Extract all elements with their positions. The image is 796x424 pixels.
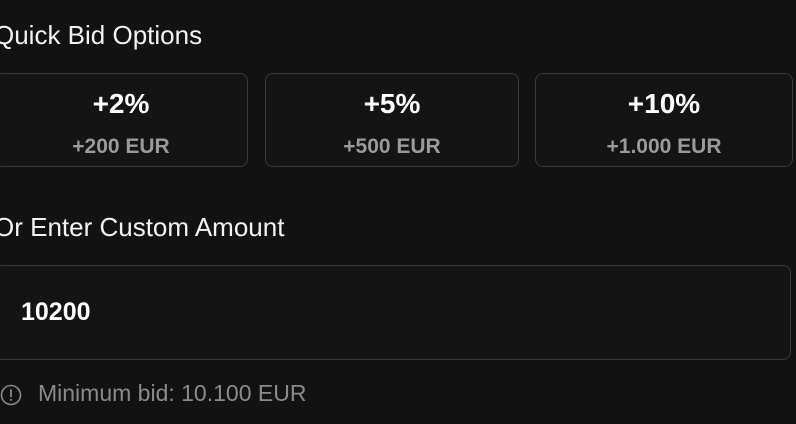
- option-amount: +200 EUR: [72, 135, 170, 158]
- option-percent: +2%: [92, 88, 150, 119]
- quick-bid-option-2-percent[interactable]: +2% +200 EUR: [0, 73, 248, 167]
- custom-amount-title: Or Enter Custom Amount: [0, 212, 285, 242]
- custom-amount-input[interactable]: [0, 265, 791, 360]
- bid-panel: Quick Bid Options +2% +200 EUR +5% +500 …: [0, 0, 796, 424]
- option-percent: +5%: [363, 88, 421, 119]
- option-amount: +1.000 EUR: [606, 135, 722, 158]
- quick-bid-option-10-percent[interactable]: +10% +1.000 EUR: [535, 73, 793, 167]
- info-circle-icon: [0, 384, 22, 406]
- minimum-bid-hint: Minimum bid: 10.100 EUR: [0, 378, 306, 408]
- minimum-bid-text: Minimum bid: 10.100 EUR: [38, 379, 307, 406]
- option-amount: +500 EUR: [343, 135, 441, 158]
- quick-bid-options: +2% +200 EUR +5% +500 EUR +10% +1.000 EU…: [0, 73, 794, 169]
- quick-bid-option-5-percent[interactable]: +5% +500 EUR: [265, 73, 519, 167]
- option-percent: +10%: [627, 88, 701, 119]
- quick-bid-title: Quick Bid Options: [0, 20, 203, 50]
